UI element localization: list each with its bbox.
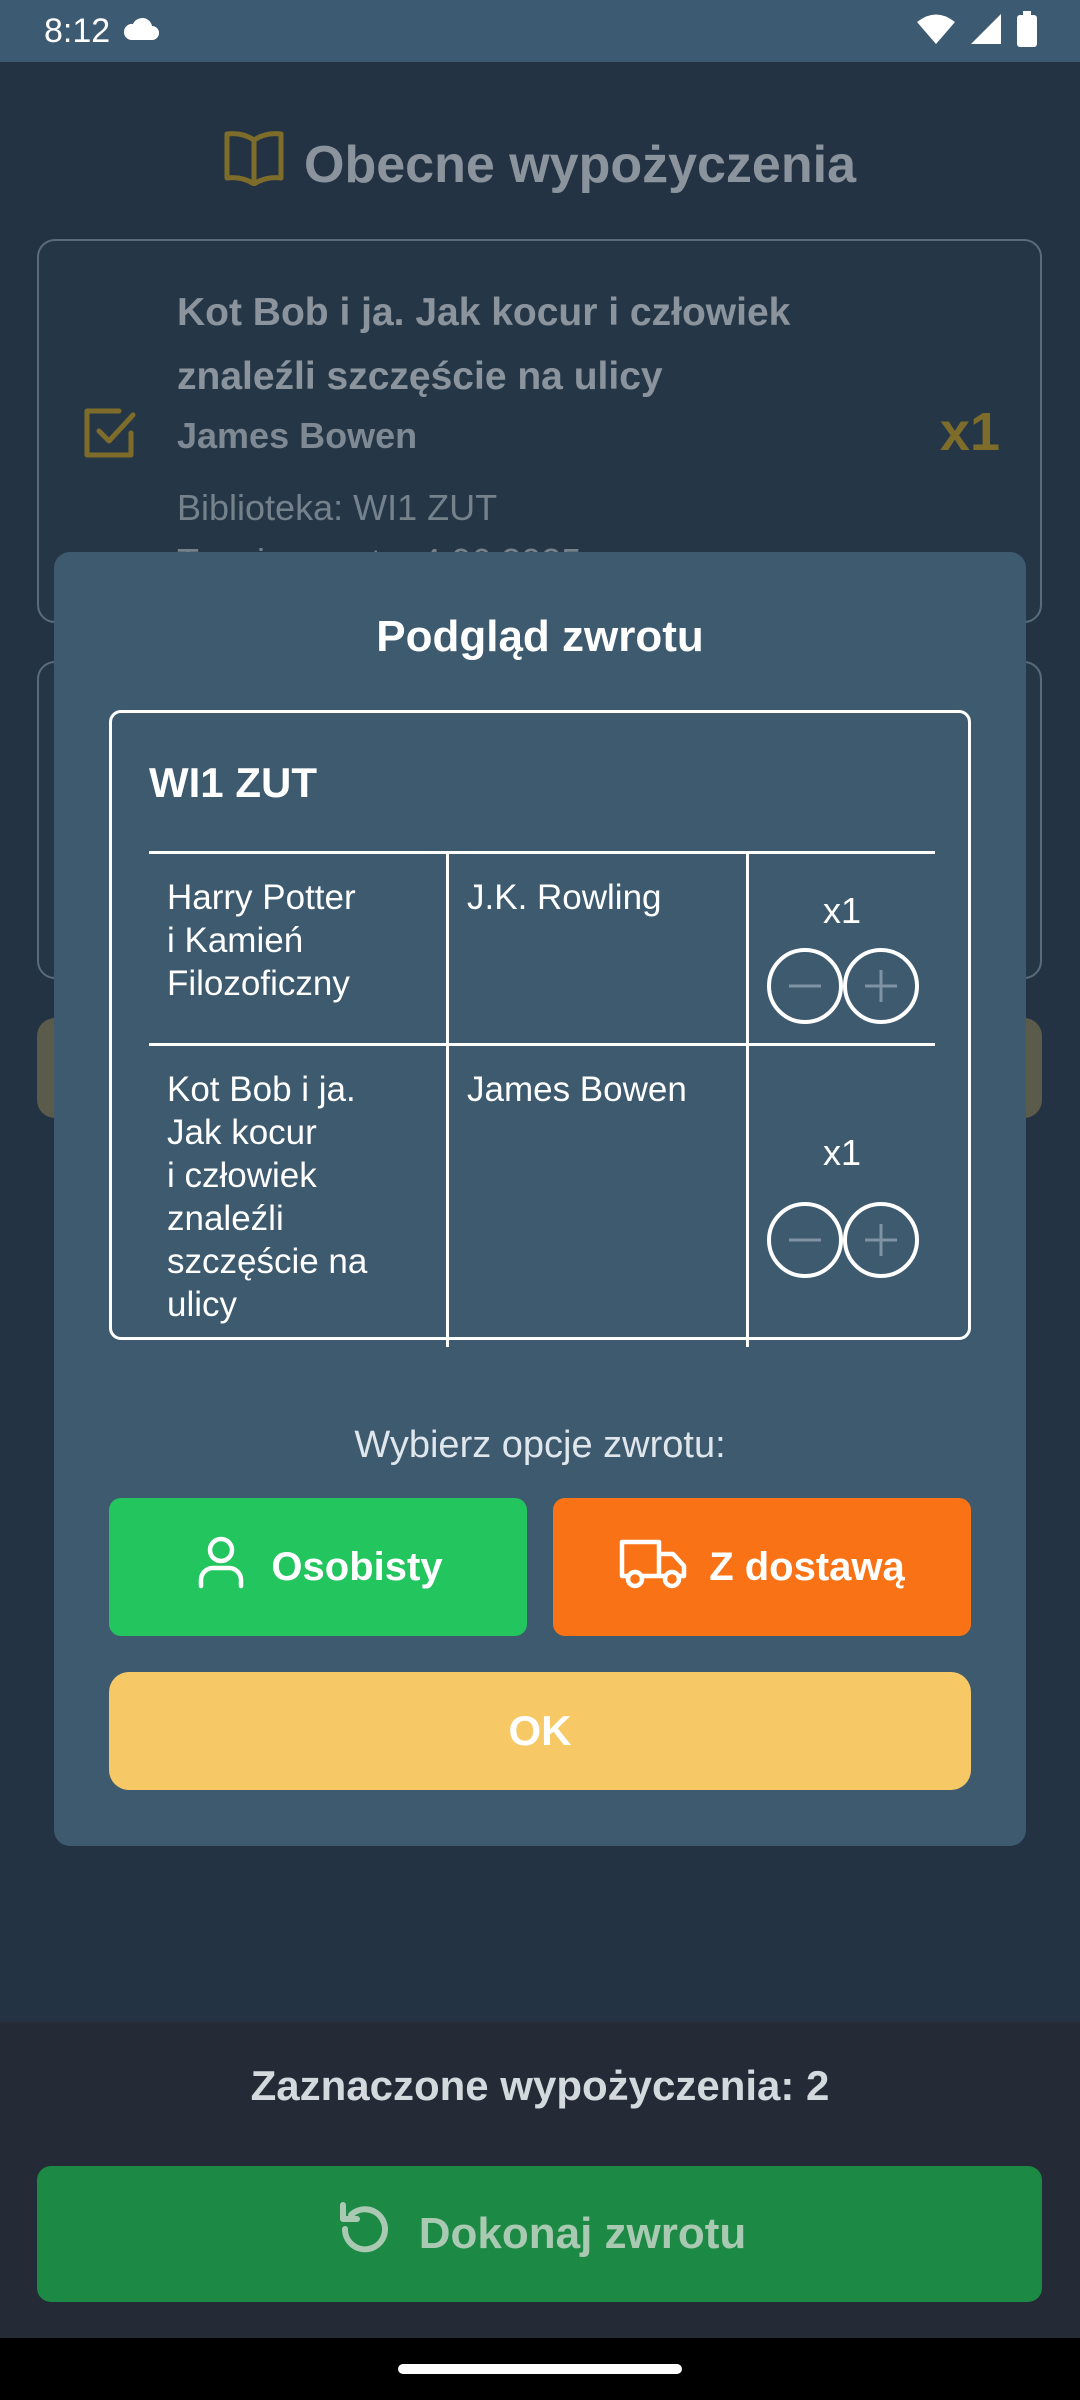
ok-button[interactable]: OK <box>109 1672 971 1790</box>
status-right <box>916 10 1038 52</box>
item-author: J.K. Rowling <box>449 854 749 1043</box>
item-quantity-cell: x1 <box>749 854 935 1043</box>
battery-icon <box>1016 10 1038 52</box>
item-author: James Bowen <box>449 1046 749 1347</box>
signal-icon <box>970 13 1002 50</box>
make-return-label: Dokonaj zwrotu <box>418 2209 747 2258</box>
personal-return-button[interactable]: Osobisty <box>109 1498 527 1636</box>
wifi-icon <box>916 13 956 50</box>
plus-icon[interactable] <box>843 948 919 1024</box>
delivery-return-label: Z dostawą <box>709 1544 905 1589</box>
home-handle[interactable] <box>398 2364 682 2374</box>
truck-icon <box>619 1534 687 1600</box>
plus-icon[interactable] <box>843 1202 919 1278</box>
item-qty: x1 <box>822 890 862 931</box>
minus-icon[interactable] <box>767 948 843 1024</box>
minus-icon[interactable] <box>767 1202 843 1278</box>
item-title: Harry Potter i Kamień Filozoficzny <box>149 854 449 1043</box>
delivery-return-button[interactable]: Z dostawą <box>553 1498 971 1636</box>
personal-return-label: Osobisty <box>271 1544 443 1589</box>
return-preview-dialog: Podgląd zwrotu WI1 ZUT Harry Potter i Ka… <box>54 552 1026 1846</box>
cloud-icon <box>122 12 160 51</box>
make-return-button[interactable]: Dokonaj zwrotu <box>37 2166 1042 2302</box>
table-row: Kot Bob i ja. Jak kocur i człowiek znale… <box>149 1043 935 1347</box>
table-row: Harry Potter i Kamień Filozoficzny J.K. … <box>149 851 935 1043</box>
item-quantity-cell: x1 <box>749 1046 935 1347</box>
status-time: 8:12 <box>44 11 111 50</box>
quantity-stepper <box>767 1202 919 1278</box>
selected-count: Zaznaczone wypożyczenia: 2 <box>250 2062 830 2109</box>
item-qty: x1 <box>822 1132 862 1173</box>
return-options-label: Wybierz opcje zwrotu: <box>354 1424 726 1466</box>
status-bar: 8:12 <box>0 0 1080 62</box>
status-left: 8:12 <box>44 12 160 51</box>
dialog-title: Podgląd zwrotu <box>376 612 704 661</box>
return-items-table: Harry Potter i Kamień Filozoficzny J.K. … <box>149 851 935 1347</box>
library-group: WI1 ZUT Harry Potter i Kamień Filozoficz… <box>109 710 971 1347</box>
library-name: WI1 ZUT <box>149 759 317 806</box>
user-icon <box>193 1534 249 1600</box>
item-title: Kot Bob i ja. Jak kocur i człowiek znale… <box>149 1046 449 1347</box>
undo-icon <box>333 2197 397 2272</box>
quantity-stepper <box>767 948 919 1024</box>
